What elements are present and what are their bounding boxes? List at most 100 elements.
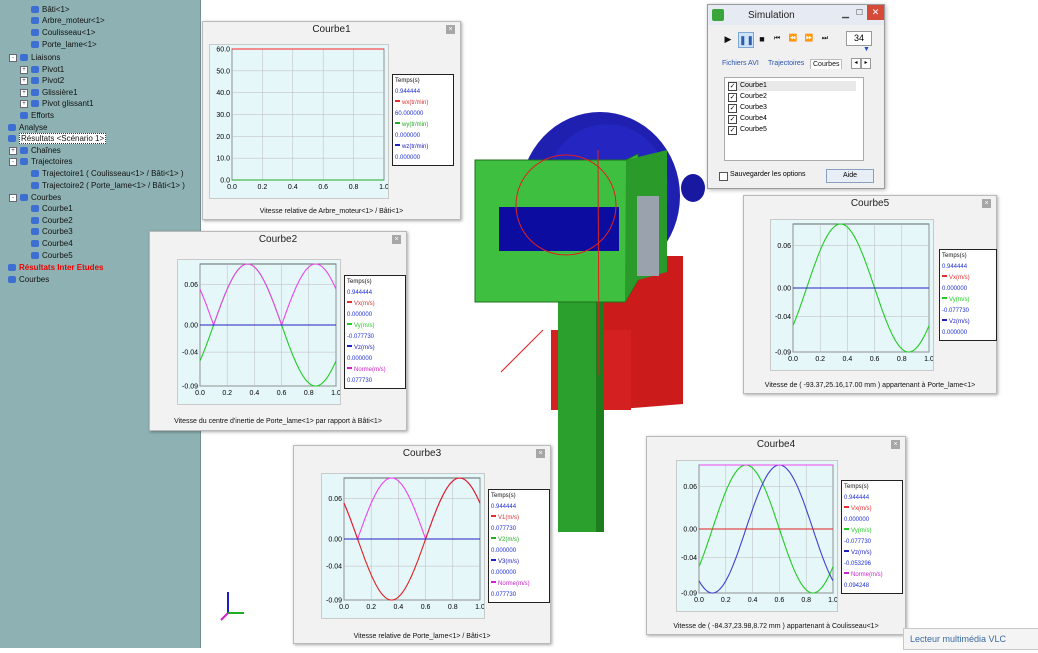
collapse-icon[interactable]: - xyxy=(9,54,17,62)
expand-icon[interactable]: + xyxy=(20,89,28,97)
tree-item[interactable]: Analyse xyxy=(8,122,47,133)
y-tick-label: 30.0 xyxy=(216,112,230,119)
tree-item[interactable]: Chaînes xyxy=(20,145,61,156)
tree-item[interactable]: Pivot glissant1 xyxy=(31,98,94,109)
tree-item[interactable]: Résultats Inter Etudes xyxy=(8,262,103,273)
close-icon[interactable]: × xyxy=(446,25,455,34)
skip-start-button[interactable]: ⏮ xyxy=(770,32,784,46)
tree-item[interactable]: Coulisseau<1> xyxy=(31,27,95,38)
chevron-down-icon[interactable]: ▼ xyxy=(863,46,870,53)
legend-text: Vx(m/s) xyxy=(851,506,872,512)
checkbox-checked-icon[interactable]: ✓ xyxy=(728,126,737,135)
curve-window-courbe1[interactable]: Courbe1 × 0.0 0.2 0.4 0.6 0.8 1.0 60.0 50.0 40.0 30… xyxy=(202,21,461,220)
curves-list: ✓ Courbe1 ✓ Courbe2 ✓ Courbe3 ✓ Courbe4 ✓ Courbe5 xyxy=(724,77,864,161)
x-tick-label: 0.8 xyxy=(304,390,314,397)
collapse-icon[interactable]: - xyxy=(9,158,17,166)
tree-item[interactable]: Glissière1 xyxy=(31,87,78,98)
close-icon[interactable]: × xyxy=(891,440,900,449)
y-tick-label: 0.06 xyxy=(184,282,198,289)
tree-item[interactable]: Courbes xyxy=(8,274,49,285)
legend-text: 0.000000 xyxy=(347,312,373,318)
simulation-titlebar: Simulation ▁ ☐ ✕ xyxy=(708,5,884,25)
checkbox-checked-icon[interactable]: ✓ xyxy=(728,82,737,91)
tree-item-label: Courbes xyxy=(19,275,50,284)
simulation-panel: Simulation ▁ ☐ ✕ ▶ ❚❚ ■ ⏮ ⏪ ⏩ ⏭ 34 ▼ Fic… xyxy=(707,4,885,189)
checkbox-checked-icon[interactable]: ✓ xyxy=(728,104,737,113)
tree-item[interactable]: Arbre_moteur<1> xyxy=(31,15,105,26)
curve-list-item[interactable]: ✓ Courbe4 xyxy=(728,114,856,124)
tree-item[interactable]: Trajectoire2 ( Porte_lame<1> / Bâti<1> ) xyxy=(31,180,185,191)
tree-item[interactable]: Courbe5 xyxy=(31,250,73,261)
step-back-button[interactable]: ⏪ xyxy=(786,32,800,46)
tree-item[interactable]: Résultats <Scénario 1> xyxy=(8,133,107,144)
checkbox-checked-icon[interactable]: ✓ xyxy=(728,93,737,102)
curve-window-courbe2[interactable]: Courbe2 × 0.0 0.2 0.4 0.6 0.8 1.0 0.06 0.00 -0.04 -… xyxy=(149,231,407,431)
y-tick-label: -0.04 xyxy=(681,555,697,562)
vlc-taskbar-item[interactable]: Lecteur multimédia VLC xyxy=(903,628,1038,650)
curve-list-item[interactable]: ✓ Courbe5 xyxy=(728,125,856,135)
frame-counter[interactable]: 34 xyxy=(846,31,872,46)
curve-window-courbe3[interactable]: Courbe3 × 0.0 0.2 0.4 0.6 0.8 1.0 0.06 0.00 -0.04 -… xyxy=(293,445,551,644)
skip-end-button[interactable]: ⏭ xyxy=(818,32,832,46)
tree-item[interactable]: Liaisons xyxy=(20,52,60,63)
tab-scroll-left[interactable]: ◂ xyxy=(851,58,861,69)
curve-list-item[interactable]: ✓ Courbe1 xyxy=(728,81,856,91)
window-title: Courbe4 xyxy=(756,439,796,450)
y-tick-label: -0.09 xyxy=(775,350,791,357)
app-icon xyxy=(712,9,724,21)
curve-window-courbe4[interactable]: Courbe4 × 0.0 0.2 0.4 0.6 0.8 1.0 0.06 0.00 -0.04 -… xyxy=(646,436,906,635)
expand-icon[interactable]: + xyxy=(20,77,28,85)
pivot-icon xyxy=(31,100,39,107)
legend-row: 60.000000 xyxy=(395,109,451,120)
x-tick-label: 0.6 xyxy=(775,597,785,604)
tab-courbes[interactable]: Courbes xyxy=(810,59,843,69)
tree-item[interactable]: Courbe3 xyxy=(31,226,73,237)
tree-item[interactable]: Porte_lame<1> xyxy=(31,39,97,50)
legend-row: Vy(m/s) xyxy=(347,321,403,332)
tree-item[interactable]: Trajectoire1 ( Coulisseau<1> / Bâti<1> ) xyxy=(31,168,184,179)
curve-legend: Temps(s) 0.944444 Vx(m/s) 0.000000 Vy(m/s) -0… xyxy=(939,249,997,341)
tree-item[interactable]: Efforts xyxy=(20,110,54,121)
x-tick-label: 0.8 xyxy=(801,597,811,604)
help-button[interactable]: Aide xyxy=(826,169,874,183)
close-button[interactable]: ✕ xyxy=(867,5,884,20)
pause-button[interactable]: ❚❚ xyxy=(738,32,754,48)
maximize-button[interactable]: ☐ xyxy=(856,8,863,17)
x-tick-label: 0.2 xyxy=(366,604,376,611)
legend-row: Vz(m/s) xyxy=(844,548,900,559)
tab-fichiers-avi[interactable]: Fichiers AVI xyxy=(722,60,759,67)
tree-item[interactable]: Courbe4 xyxy=(31,238,73,249)
tree-item[interactable]: Courbe1 xyxy=(31,203,73,214)
y-tick-label: 0.00 xyxy=(328,537,342,544)
tree-item[interactable]: Pivot1 xyxy=(31,64,64,75)
tree-item[interactable]: Courbes xyxy=(20,192,61,203)
close-icon[interactable]: × xyxy=(392,235,401,244)
expand-icon[interactable]: + xyxy=(20,100,28,108)
minimize-button[interactable]: ▁ xyxy=(842,8,849,19)
tree-item[interactable]: Trajectoires xyxy=(20,156,73,167)
curve-window-courbe5[interactable]: Courbe5 × 0.0 0.2 0.4 0.6 0.8 1.0 0.06 0.00 -0.04 -… xyxy=(743,195,997,394)
close-icon[interactable]: × xyxy=(536,449,545,458)
x-tick-label: 0.2 xyxy=(222,390,232,397)
play-button[interactable]: ▶ xyxy=(721,32,735,46)
save-options-checkbox[interactable] xyxy=(719,172,728,181)
expand-icon[interactable]: + xyxy=(20,66,28,74)
collapse-icon[interactable]: - xyxy=(9,194,17,202)
legend-text: 0.077730 xyxy=(491,526,517,532)
tab-scroll-right[interactable]: ▸ xyxy=(861,58,871,69)
legend-swatch xyxy=(395,144,400,146)
tree-item[interactable]: Pivot2 xyxy=(31,75,64,86)
pivot-icon xyxy=(31,66,39,73)
stop-button[interactable]: ■ xyxy=(755,32,769,46)
legend-swatch xyxy=(491,559,496,561)
step-forward-button[interactable]: ⏩ xyxy=(802,32,816,46)
tab-trajectoires[interactable]: Trajectoires xyxy=(768,60,804,67)
expand-icon[interactable]: + xyxy=(9,147,17,155)
checkbox-checked-icon[interactable]: ✓ xyxy=(728,115,737,124)
y-tick-label: 60.0 xyxy=(216,47,230,54)
tree-item[interactable]: Courbe2 xyxy=(31,215,73,226)
tree-item[interactable]: Bâti<1> xyxy=(31,4,70,15)
close-icon[interactable]: × xyxy=(982,199,991,208)
curve-list-item[interactable]: ✓ Courbe2 xyxy=(728,92,856,102)
curve-list-item[interactable]: ✓ Courbe3 xyxy=(728,103,856,113)
